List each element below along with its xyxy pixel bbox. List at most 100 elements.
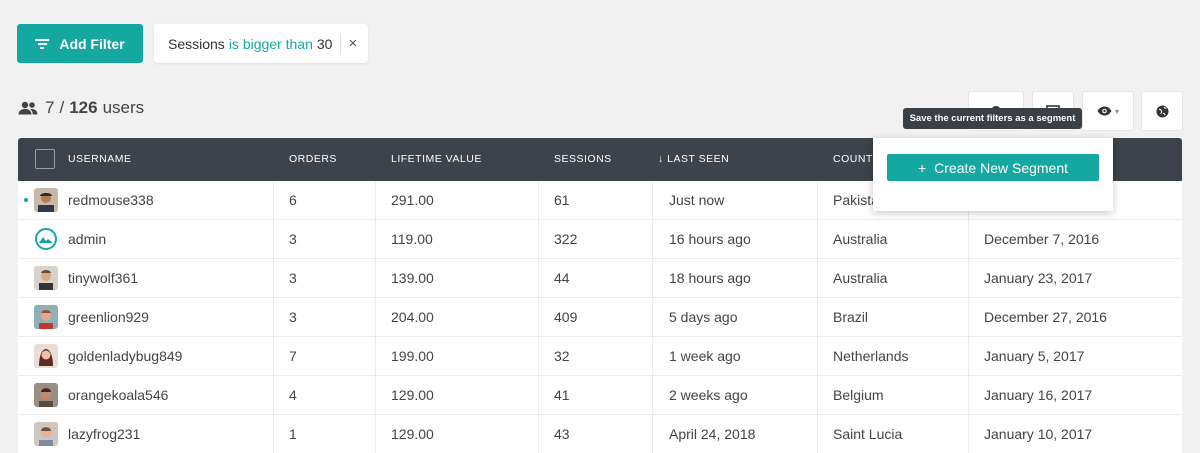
avatar	[34, 422, 58, 446]
lifetime-value-cell: 291.00	[391, 192, 434, 208]
table-row[interactable]: lazyfrog231 1 129.00 43 April 24, 2018 Saint …	[18, 415, 1182, 453]
last-seen-cell: 2 weeks ago	[669, 387, 748, 403]
country-cell: Australia	[833, 231, 888, 247]
column-username[interactable]: USERNAME	[68, 138, 132, 181]
column-divider	[538, 220, 539, 259]
orders-cell: 3	[289, 270, 297, 286]
column-divider	[273, 376, 274, 415]
column-divider	[538, 337, 539, 376]
filter-field: Sessions	[168, 35, 225, 52]
last-seen-cell: April 24, 2018	[669, 426, 756, 442]
username-cell[interactable]: orangekoala546	[68, 376, 168, 415]
table-body: redmouse338 6 291.00 61 Just now Pakistan admi…	[18, 181, 1182, 453]
active-filter-chip[interactable]: Sessions is bigger than 30 ×	[154, 24, 368, 63]
signed-up-cell: January 5, 2017	[984, 348, 1085, 364]
signed-up-cell: January 23, 2017	[984, 270, 1093, 286]
table-row[interactable]: tinywolf361 3 139.00 44 18 hours ago Australi…	[18, 259, 1182, 298]
count-separator: /	[59, 98, 65, 117]
count-unit: users	[102, 98, 145, 117]
column-divider	[273, 298, 274, 337]
column-divider	[652, 415, 653, 453]
column-divider	[968, 259, 969, 298]
chevron-down-icon: ▾	[1114, 106, 1119, 116]
column-divider	[375, 415, 376, 453]
signed-up-cell: December 7, 2016	[984, 231, 1100, 247]
filter-icon	[35, 38, 50, 49]
avatar	[34, 305, 58, 329]
column-divider	[817, 220, 818, 259]
eye-icon	[1097, 106, 1112, 116]
column-divider	[817, 259, 818, 298]
orders-cell: 6	[289, 192, 297, 208]
column-divider	[375, 337, 376, 376]
column-divider	[652, 259, 653, 298]
column-last-seen[interactable]: ↓ LAST SEEN	[658, 138, 729, 181]
column-divider	[273, 337, 274, 376]
sessions-cell: 43	[554, 426, 570, 442]
column-divider	[538, 376, 539, 415]
column-divider	[538, 298, 539, 337]
online-indicator	[24, 198, 28, 202]
avatar	[34, 188, 58, 212]
country-cell: Belgium	[833, 387, 884, 403]
column-divider	[273, 220, 274, 259]
close-icon[interactable]: ×	[348, 35, 357, 52]
total-count: 126	[69, 98, 98, 117]
column-divider	[375, 298, 376, 337]
column-divider	[817, 415, 818, 453]
column-divider	[817, 298, 818, 337]
orders-cell: 4	[289, 387, 297, 403]
country-cell: Netherlands	[833, 348, 909, 364]
column-divider	[538, 181, 539, 220]
username-cell[interactable]: tinywolf361	[68, 259, 138, 298]
column-divider	[652, 298, 653, 337]
column-divider	[817, 181, 818, 220]
view-toggle-button[interactable]: ▾	[1082, 91, 1134, 131]
column-divider	[652, 220, 653, 259]
table-row[interactable]: greenlion929 3 204.00 409 5 days ago Brazil De…	[18, 298, 1182, 337]
column-divider	[968, 220, 969, 259]
column-sessions[interactable]: SESSIONS	[554, 138, 612, 181]
table-row[interactable]: admin 3 119.00 322 16 hours ago Australia Dece…	[18, 220, 1182, 259]
column-orders[interactable]: ORDERS	[289, 138, 337, 181]
column-divider	[273, 415, 274, 453]
column-divider	[538, 259, 539, 298]
lifetime-value-cell: 199.00	[391, 348, 434, 364]
table-row[interactable]: goldenladybug849 7 199.00 32 1 week ago Nethe…	[18, 337, 1182, 376]
lifetime-value-cell: 129.00	[391, 387, 434, 403]
column-divider	[652, 181, 653, 220]
orders-cell: 3	[289, 309, 297, 325]
table-row[interactable]: orangekoala546 4 129.00 41 2 weeks ago Belgiu…	[18, 376, 1182, 415]
sessions-cell: 44	[554, 270, 570, 286]
segment-dropdown: + Create New Segment	[873, 138, 1113, 211]
username-cell[interactable]: lazyfrog231	[68, 415, 140, 453]
sessions-cell: 409	[554, 309, 578, 325]
column-divider	[375, 220, 376, 259]
last-seen-cell: 5 days ago	[669, 309, 738, 325]
column-divider	[968, 337, 969, 376]
avatar	[34, 227, 58, 251]
avatar	[34, 383, 58, 407]
username-cell[interactable]: goldenladybug849	[68, 337, 182, 376]
column-divider	[273, 181, 274, 220]
last-seen-cell: Just now	[669, 192, 725, 208]
orders-cell: 7	[289, 348, 297, 364]
select-all-checkbox[interactable]	[35, 149, 55, 169]
filter-value: 30	[316, 35, 333, 52]
signed-up-cell: January 10, 2017	[984, 426, 1093, 442]
column-last-seen-label: LAST SEEN	[667, 153, 730, 165]
globe-icon	[1156, 105, 1168, 117]
create-new-segment-button[interactable]: + Create New Segment	[887, 154, 1099, 181]
orders-cell: 3	[289, 231, 297, 247]
add-filter-button[interactable]: Add Filter	[17, 24, 143, 63]
column-divider	[968, 415, 969, 453]
column-divider	[817, 376, 818, 415]
username-cell[interactable]: admin	[68, 220, 106, 259]
username-cell[interactable]: redmouse338	[68, 181, 154, 220]
create-new-segment-label: Create New Segment	[934, 159, 1069, 176]
username-cell[interactable]: greenlion929	[68, 298, 149, 337]
column-divider	[968, 298, 969, 337]
sessions-cell: 322	[554, 231, 578, 247]
globe-button[interactable]	[1141, 91, 1183, 131]
column-lifetime-value[interactable]: LIFETIME VALUE	[391, 138, 482, 181]
